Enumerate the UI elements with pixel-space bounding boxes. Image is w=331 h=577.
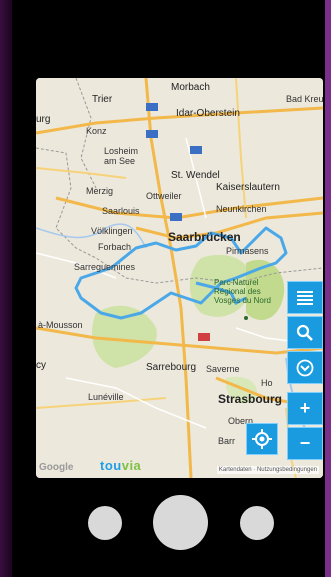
road-shield	[146, 103, 158, 111]
recent-apps-button[interactable]	[240, 506, 274, 540]
layers-button[interactable]	[287, 351, 323, 384]
locate-button[interactable]	[246, 423, 278, 455]
plus-icon: +	[299, 398, 311, 418]
map-label: Kaiserslautern	[216, 182, 280, 193]
map-label: Sarrebourg	[146, 362, 197, 373]
map-label: Barr	[218, 436, 236, 446]
map-label: Konz	[86, 126, 107, 136]
minus-icon: −	[299, 433, 311, 453]
map-screen[interactable]: Morbach Idar-Oberstein Bad Kreuzna Trier…	[36, 78, 323, 478]
map-label: Forbach	[98, 242, 132, 252]
device-nav-bar	[0, 490, 331, 560]
road-shield	[190, 146, 202, 154]
search-button[interactable]	[287, 316, 323, 349]
layers-icon	[296, 359, 314, 376]
menu-icon	[297, 290, 313, 305]
map-label: Parc Naturel Régional des Vosges du Nord	[214, 278, 271, 305]
map-label: urg	[36, 114, 51, 125]
map-canvas[interactable]: Morbach Idar-Oberstein Bad Kreuzna Trier…	[36, 78, 323, 478]
locate-icon	[252, 429, 272, 449]
touvia-logo: touvia	[100, 458, 142, 473]
map-label: Saarlouis	[102, 206, 140, 216]
map-label: Losheim am See	[104, 146, 139, 166]
map-label: cy	[36, 360, 46, 371]
road-shield	[198, 333, 210, 341]
map-label: Strasbourg	[218, 392, 283, 406]
road-shield	[170, 213, 182, 221]
map-label: Völklingen	[91, 226, 133, 236]
map-label: Trier	[92, 94, 113, 105]
map-label: Pirmasens	[226, 246, 269, 256]
menu-button[interactable]	[287, 281, 323, 314]
zoom-out-button[interactable]: −	[287, 427, 323, 460]
map-label: Neunkirchen	[216, 204, 267, 214]
device-frame: Morbach Idar-Oberstein Bad Kreuzna Trier…	[0, 0, 331, 577]
map-label: Bad Kreuzna	[286, 94, 323, 104]
road-shield	[146, 130, 158, 138]
map-label: Ottweiler	[146, 191, 182, 201]
map-label: St. Wendel	[171, 170, 220, 181]
map-label: Lunéville	[88, 392, 124, 402]
map-label: à-Mousson	[38, 320, 83, 330]
map-label: Sarreguemines	[74, 262, 136, 272]
zoom-in-button[interactable]: +	[287, 392, 323, 425]
map-attribution[interactable]: Kartendaten · Nutzungsbedingungen	[216, 466, 319, 474]
home-button[interactable]	[153, 495, 208, 550]
map-label: Idar-Oberstein	[176, 108, 240, 119]
map-label: Saarbrücken	[168, 230, 241, 244]
search-icon	[296, 324, 313, 341]
map-label: Morbach	[171, 82, 210, 93]
map-control-strip: + −	[283, 281, 323, 462]
map-label: Ho	[261, 378, 273, 388]
map-label: Saverne	[206, 364, 240, 374]
map-label: Merzig	[86, 186, 114, 196]
google-watermark: Google	[39, 462, 74, 473]
back-button[interactable]	[88, 506, 122, 540]
